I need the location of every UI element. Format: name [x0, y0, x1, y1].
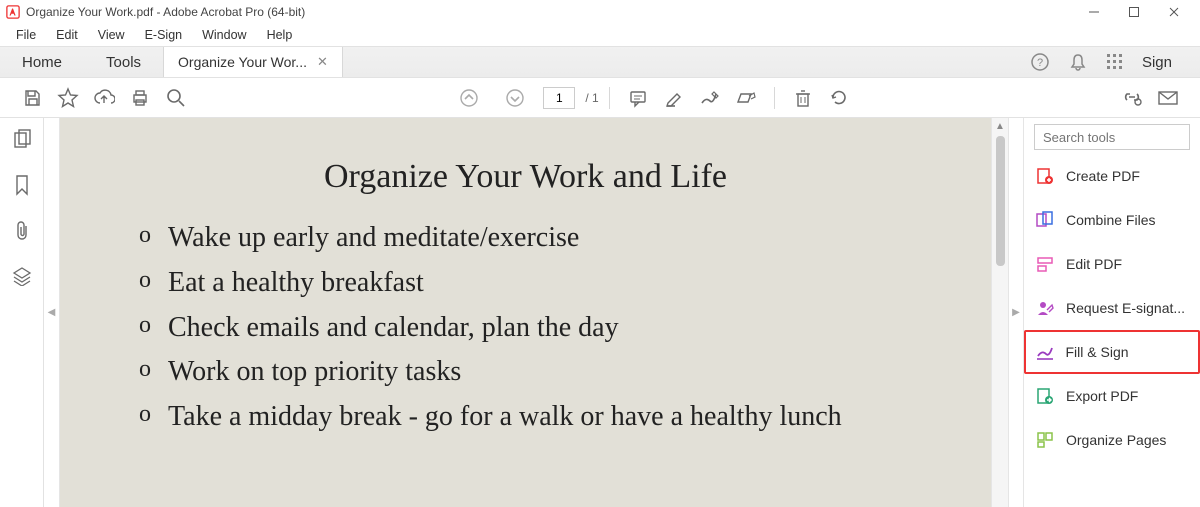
- menu-help[interactable]: Help: [257, 26, 303, 44]
- tool-label: Fill & Sign: [1066, 344, 1129, 360]
- search-icon[interactable]: [158, 80, 194, 116]
- page-down-icon[interactable]: [497, 80, 533, 116]
- print-icon[interactable]: [122, 80, 158, 116]
- list-item: oWake up early and meditate/exercise: [102, 216, 949, 261]
- document-page: Organize Your Work and Life oWake up ear…: [72, 130, 979, 460]
- toolbar: / 1: [0, 78, 1200, 118]
- right-panel: Create PDF Combine Files Edit PDF Reques…: [1024, 118, 1200, 507]
- request-esign-icon: [1036, 299, 1054, 317]
- bullet-icon: o: [122, 395, 168, 433]
- tool-label: Request E-signat...: [1066, 300, 1185, 316]
- title-bar: Organize Your Work.pdf - Adobe Acrobat P…: [0, 0, 1200, 24]
- page-nav: / 1: [451, 80, 598, 116]
- help-icon[interactable]: ?: [1030, 52, 1050, 72]
- pages-panel-icon[interactable]: [12, 128, 32, 150]
- link-icon[interactable]: [1114, 80, 1150, 116]
- bullet-icon: o: [122, 216, 168, 254]
- tab-row: Home Tools Organize Your Wor... ✕ ? Sign: [0, 46, 1200, 78]
- bookmark-icon[interactable]: [13, 174, 31, 196]
- scrollbar[interactable]: ▲: [991, 118, 1008, 507]
- close-tab-icon[interactable]: ✕: [317, 54, 328, 70]
- menu-bar: File Edit View E-Sign Window Help: [0, 24, 1200, 46]
- edit-pdf-icon: [1036, 255, 1054, 273]
- tool-organize-pages[interactable]: Organize Pages: [1024, 418, 1200, 462]
- star-icon[interactable]: [50, 80, 86, 116]
- apps-grid-icon[interactable]: [1106, 53, 1124, 71]
- list-item: oCheck emails and calendar, plan the day: [102, 306, 949, 351]
- delete-icon[interactable]: [785, 80, 821, 116]
- cloud-upload-icon[interactable]: [86, 80, 122, 116]
- menu-esign[interactable]: E-Sign: [135, 26, 193, 44]
- close-button[interactable]: [1154, 0, 1194, 24]
- scroll-thumb[interactable]: [996, 136, 1005, 266]
- tool-request-esign[interactable]: Request E-signat...: [1024, 286, 1200, 330]
- rotate-icon[interactable]: [821, 80, 857, 116]
- nav-next[interactable]: ▶: [1008, 118, 1024, 507]
- list-item: oTake a midday break - go for a walk or …: [102, 395, 949, 440]
- comment-icon[interactable]: [620, 80, 656, 116]
- minimize-button[interactable]: [1074, 0, 1114, 24]
- export-pdf-icon: [1036, 387, 1054, 405]
- svg-text:?: ?: [1037, 57, 1043, 69]
- doc-title: Organize Your Work and Life: [102, 150, 949, 216]
- highlight-icon[interactable]: [656, 80, 692, 116]
- scroll-up-icon[interactable]: ▲: [992, 118, 1008, 134]
- menu-edit[interactable]: Edit: [46, 26, 88, 44]
- layers-icon[interactable]: [12, 266, 32, 286]
- tab-tools[interactable]: Tools: [84, 47, 163, 77]
- app-icon: [6, 5, 20, 19]
- bullet-icon: o: [122, 350, 168, 388]
- attachment-icon[interactable]: [13, 220, 31, 242]
- document-tab[interactable]: Organize Your Wor... ✕: [163, 47, 343, 77]
- bullet-icon: o: [122, 261, 168, 299]
- search-tools-input[interactable]: [1034, 124, 1190, 150]
- tool-label: Export PDF: [1066, 388, 1138, 404]
- tool-label: Organize Pages: [1066, 432, 1166, 448]
- document-viewport[interactable]: Organize Your Work and Life oWake up ear…: [60, 118, 991, 507]
- mail-icon[interactable]: [1150, 80, 1186, 116]
- tool-label: Combine Files: [1066, 212, 1155, 228]
- tool-list: Create PDF Combine Files Edit PDF Reques…: [1024, 154, 1200, 507]
- tool-combine-files[interactable]: Combine Files: [1024, 198, 1200, 242]
- page-total: / 1: [585, 91, 598, 105]
- nav-prev[interactable]: ◀: [44, 118, 60, 507]
- sign-link[interactable]: Sign: [1142, 54, 1182, 71]
- tool-label: Create PDF: [1066, 168, 1140, 184]
- page-input[interactable]: [543, 87, 575, 109]
- maximize-button[interactable]: [1114, 0, 1154, 24]
- tool-export-pdf[interactable]: Export PDF: [1024, 374, 1200, 418]
- tool-create-pdf[interactable]: Create PDF: [1024, 154, 1200, 198]
- tool-edit-pdf[interactable]: Edit PDF: [1024, 242, 1200, 286]
- bullet-icon: o: [122, 306, 168, 344]
- fill-sign-icon: [1036, 343, 1054, 361]
- document-tab-label: Organize Your Wor...: [178, 54, 307, 70]
- organize-pages-icon: [1036, 431, 1054, 449]
- window-title: Organize Your Work.pdf - Adobe Acrobat P…: [26, 5, 1074, 19]
- menu-file[interactable]: File: [6, 26, 46, 44]
- tab-home[interactable]: Home: [0, 47, 84, 77]
- page-up-icon[interactable]: [451, 80, 487, 116]
- save-icon[interactable]: [14, 80, 50, 116]
- list-item: oEat a healthy breakfast: [102, 261, 949, 306]
- doc-list: oWake up early and meditate/exercise oEa…: [102, 216, 949, 440]
- bell-icon[interactable]: [1068, 52, 1088, 72]
- create-pdf-icon: [1036, 167, 1054, 185]
- tool-label: Edit PDF: [1066, 256, 1122, 272]
- list-item: oWork on top priority tasks: [102, 350, 949, 395]
- combine-files-icon: [1036, 211, 1054, 229]
- sign-pen-icon[interactable]: [692, 80, 728, 116]
- left-rail: [0, 118, 44, 507]
- menu-window[interactable]: Window: [192, 26, 256, 44]
- stamp-icon[interactable]: [728, 80, 764, 116]
- tool-fill-sign[interactable]: Fill & Sign: [1024, 330, 1200, 374]
- menu-view[interactable]: View: [88, 26, 135, 44]
- main-area: ◀ Organize Your Work and Life oWake up e…: [0, 118, 1200, 507]
